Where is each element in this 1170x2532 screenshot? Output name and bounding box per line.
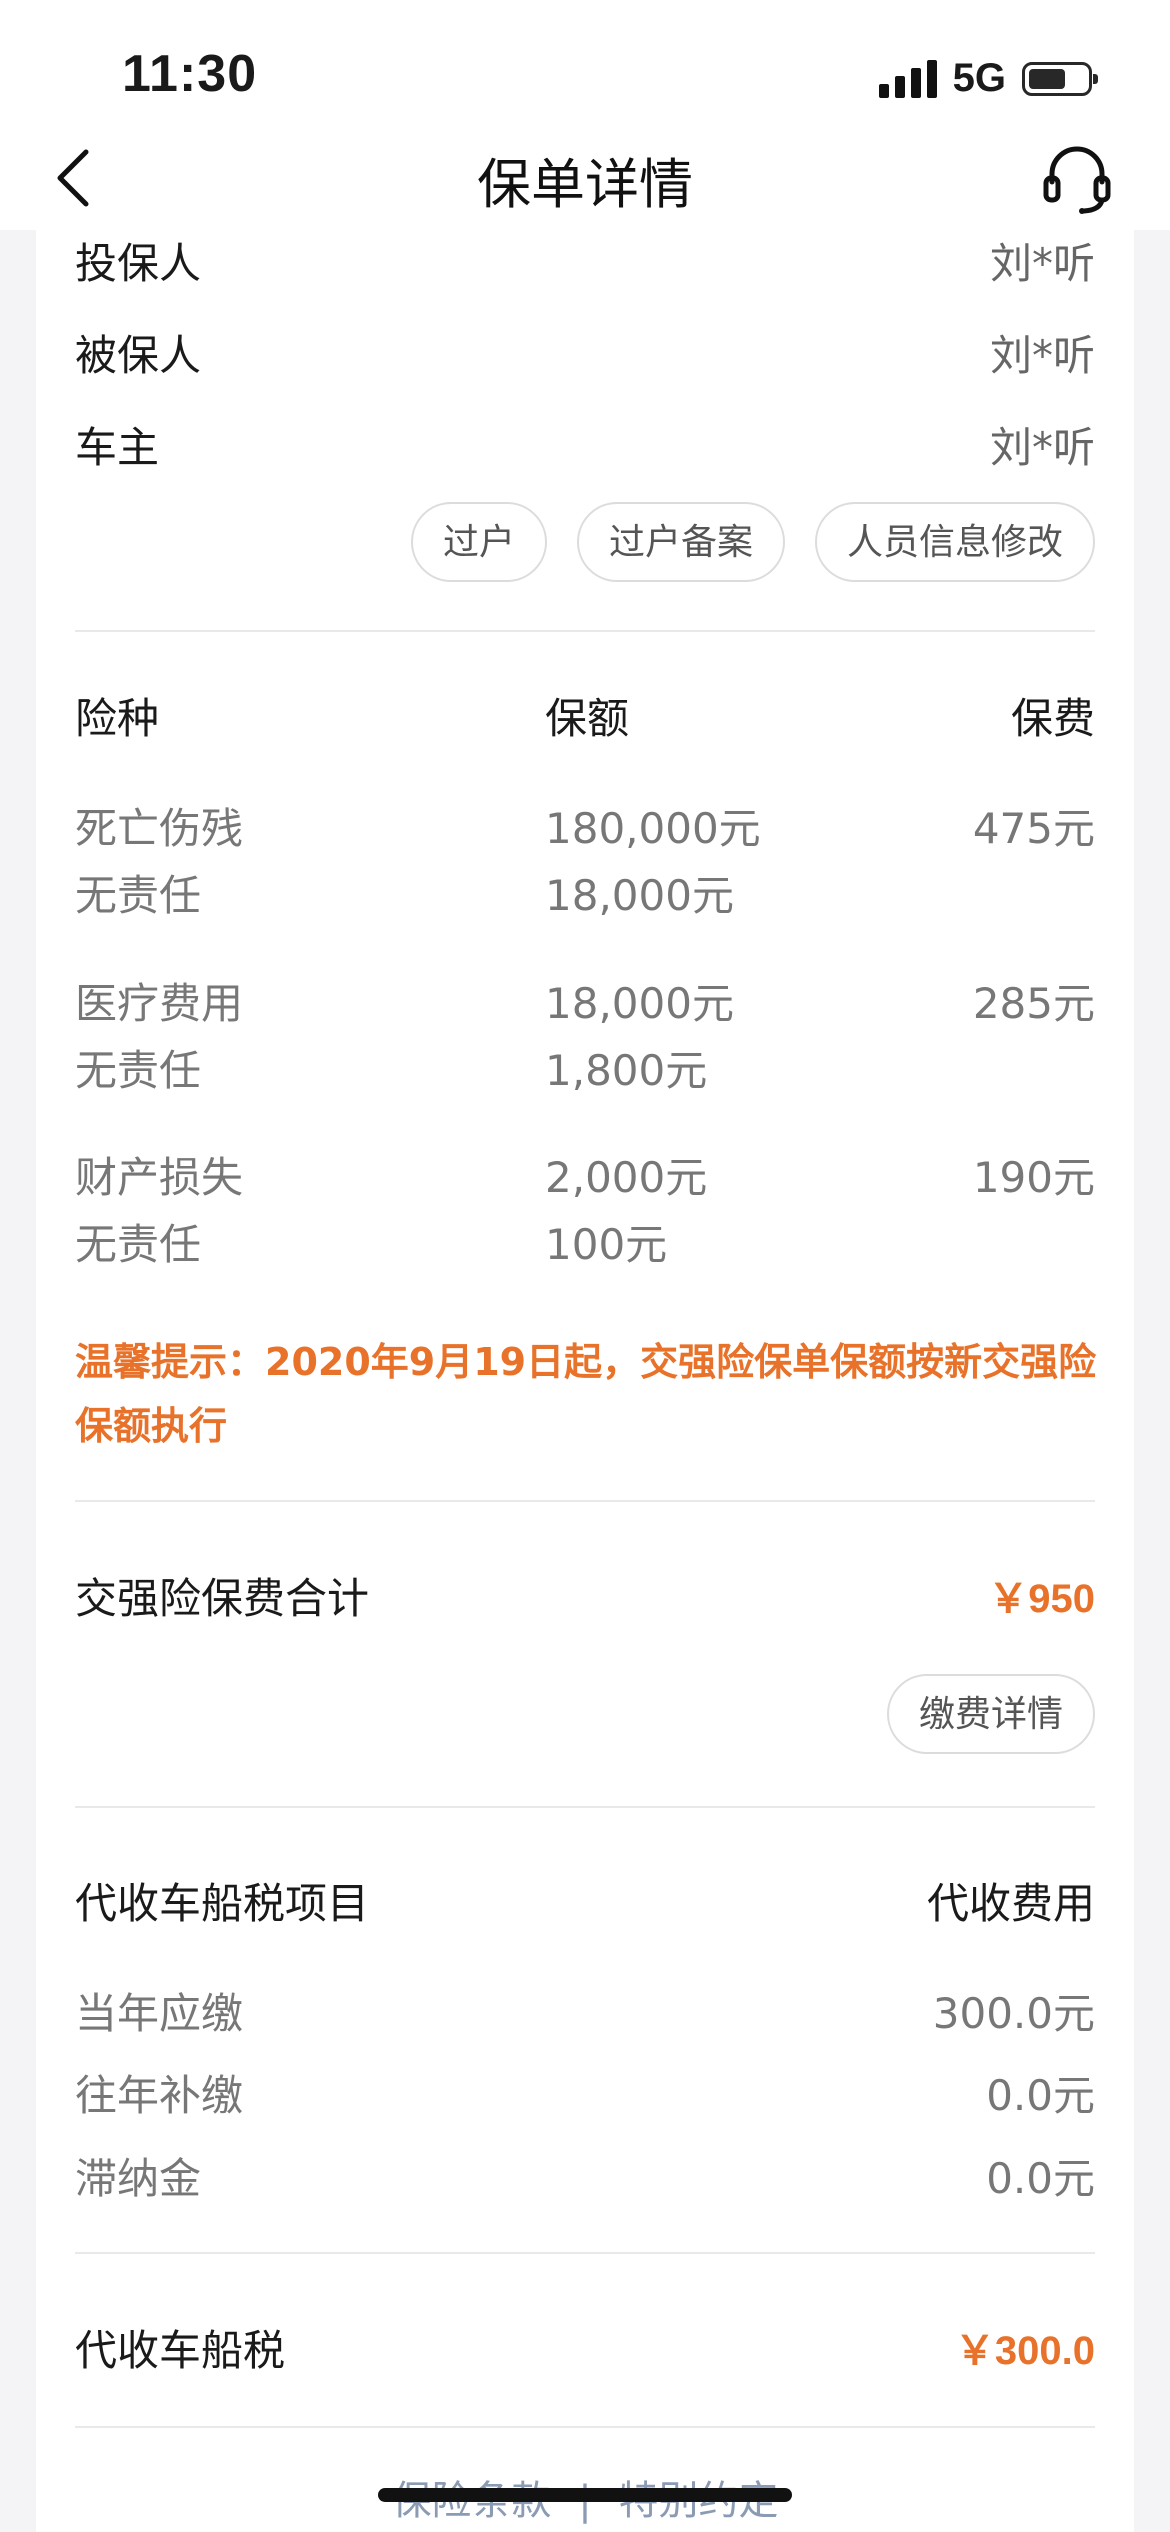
status-indicators: 5G <box>878 56 1098 101</box>
people-label: 被保人 <box>75 330 202 380</box>
divider <box>75 2426 1095 2428</box>
coverage-amount: 180,000元 <box>545 804 761 853</box>
vehicle-tax-label: 往年补缴 <box>75 2070 244 2120</box>
vehicle-tax-label: 当年应缴 <box>75 1988 244 2038</box>
premium-actions: 缴费详情 <box>75 1674 1095 1758</box>
coverage-amount: 2,000元 <box>545 1153 708 1202</box>
edit-person-info-button[interactable]: 人员信息修改 <box>814 502 1095 582</box>
battery-icon <box>1022 61 1098 96</box>
vehicle-tax-row: 滞纳金 0.0元 <box>75 2140 1095 2210</box>
vehicle-tax-value: 0.0元 <box>986 2153 1095 2203</box>
people-row-applicant: 投保人 刘*听 <box>75 220 1095 300</box>
divider <box>75 1806 1095 1808</box>
signal-icon <box>878 59 937 98</box>
coverage-sub-amount: 1,800元 <box>545 1046 708 1095</box>
transfer-record-button[interactable]: 过户备案 <box>576 502 785 582</box>
coverage-sub-name: 无责任 <box>75 871 202 920</box>
people-value: 刘*听 <box>989 238 1095 288</box>
coverage-premium: 285元 <box>972 979 1095 1028</box>
customer-service-button[interactable] <box>1032 132 1122 222</box>
premium-total-row: 交强险保费合计 ￥950 <box>75 1560 1095 1630</box>
nav-bar: 保单详情 <box>0 120 1170 230</box>
coverage-notice: 温馨提示：2020年9月19日起，交强险保单保额按新交强险保额执行 <box>75 1340 1097 1448</box>
people-row-owner: 车主 刘*听 <box>75 404 1095 484</box>
page-title: 保单详情 <box>477 153 693 216</box>
coverage-header-amount: 保额 <box>545 694 630 743</box>
coverage-amount: 18,000元 <box>545 979 734 1028</box>
coverage-row: 医疗费用 18,000元 285元 无责任 1,800元 <box>75 970 1095 1110</box>
coverage-sub-amount: 18,000元 <box>545 871 734 920</box>
divider <box>75 1500 1095 1502</box>
vehicle-tax-total-row: 代收车船税 ￥300.0 <box>75 2312 1095 2382</box>
coverage-sub-name: 无责任 <box>75 1220 202 1269</box>
premium-total-label: 交强险保费合计 <box>75 1573 370 1623</box>
policy-detail-card: 投保人 刘*听 被保人 刘*听 车主 刘*听 过户 过户备案 人员信息修改 险种… <box>36 230 1134 2532</box>
coverage-name: 财产损失 <box>75 1153 244 1202</box>
vehicle-tax-label: 滞纳金 <box>75 2153 202 2203</box>
divider <box>75 2252 1095 2254</box>
coverage-premium: 475元 <box>972 804 1095 853</box>
vehicle-tax-value: 0.0元 <box>986 2070 1095 2120</box>
vehicle-tax-header-item: 代收车船税项目 <box>75 1878 370 1928</box>
network-type: 5G <box>952 56 1006 100</box>
vehicle-tax-header-fee: 代收费用 <box>926 1878 1095 1928</box>
people-label: 车主 <box>75 422 160 472</box>
coverage-sub-name: 无责任 <box>75 1046 202 1095</box>
battery-level <box>1029 68 1065 89</box>
vehicle-tax-value: 300.0元 <box>932 1988 1095 2038</box>
coverage-row: 财产损失 2,000元 190元 无责任 100元 <box>75 1144 1095 1284</box>
coverage-sub-amount: 100元 <box>545 1220 668 1269</box>
home-indicator <box>378 2488 792 2502</box>
vehicle-tax-total-label: 代收车船税 <box>75 2325 286 2375</box>
people-row-insured: 被保人 刘*听 <box>75 312 1095 392</box>
people-value: 刘*听 <box>989 330 1095 380</box>
status-bar: 11:30 5G <box>0 0 1170 140</box>
people-actions: 过户 过户备案 人员信息修改 <box>75 502 1095 586</box>
vehicle-tax-row: 当年应缴 300.0元 <box>75 1975 1095 2045</box>
coverage-header: 险种 保额 保费 <box>75 685 1095 755</box>
vehicle-tax-header: 代收车船税项目 代收费用 <box>75 1865 1095 1935</box>
coverage-row: 死亡伤残 180,000元 475元 无责任 18,000元 <box>75 795 1095 935</box>
people-value: 刘*听 <box>989 422 1095 472</box>
coverage-name: 医疗费用 <box>75 979 244 1028</box>
payment-detail-button[interactable]: 缴费详情 <box>886 1674 1095 1754</box>
coverage-header-type: 险种 <box>75 694 160 743</box>
people-label: 投保人 <box>75 238 202 288</box>
transfer-button[interactable]: 过户 <box>410 502 547 582</box>
divider <box>75 630 1095 632</box>
coverage-name: 死亡伤残 <box>75 804 244 853</box>
premium-total-value: ￥950 <box>988 1577 1095 1621</box>
vehicle-tax-row: 往年补缴 0.0元 <box>75 2057 1095 2127</box>
status-time: 11:30 <box>122 45 258 103</box>
coverage-premium: 190元 <box>972 1153 1095 1202</box>
coverage-header-premium: 保费 <box>1010 694 1095 743</box>
headset-icon <box>1043 146 1111 214</box>
vehicle-tax-total-value: ￥300.0 <box>954 2329 1095 2373</box>
